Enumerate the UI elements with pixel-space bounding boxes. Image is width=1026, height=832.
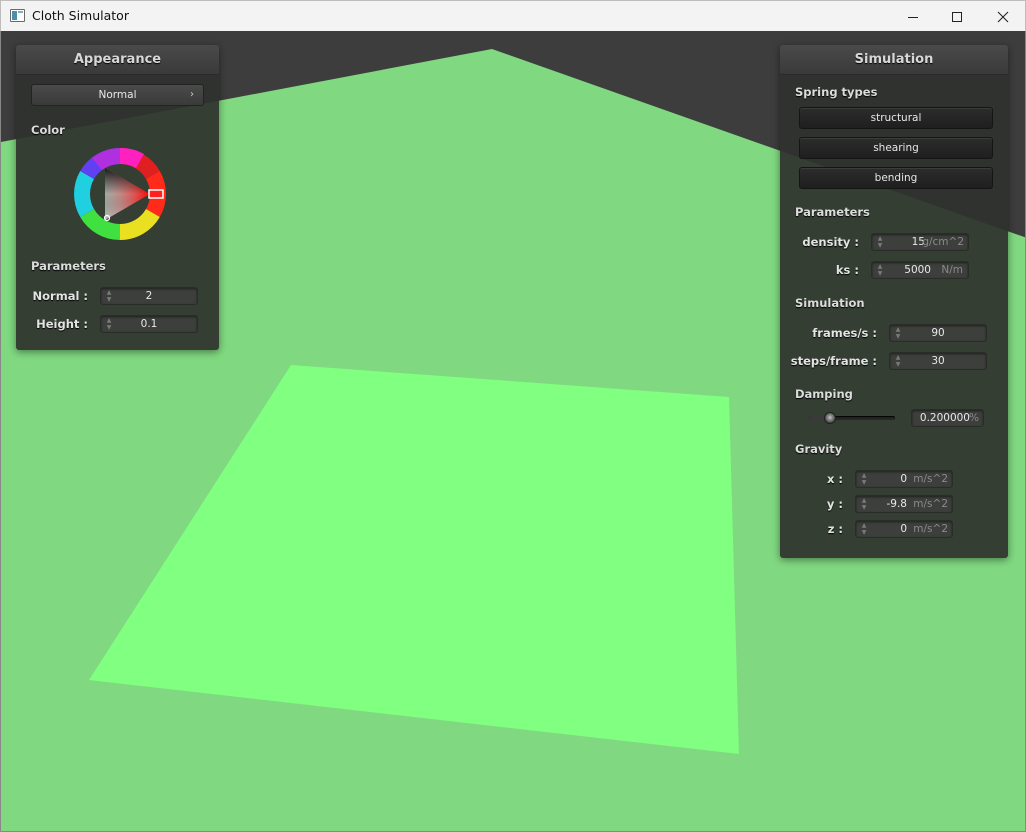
damping-input[interactable]: 0.200000 %: [911, 409, 984, 427]
minimize-icon: [908, 16, 918, 18]
spring-types-label: Spring types: [795, 85, 878, 99]
maximize-button[interactable]: [934, 1, 980, 32]
app-icon: [10, 9, 25, 22]
damping-value: 0.200000: [919, 412, 970, 424]
simulation-panel-title[interactable]: Simulation: [780, 45, 1008, 75]
close-button[interactable]: [980, 1, 1026, 32]
gravity-z-value: 0: [900, 523, 907, 535]
simulation-panel: Simulation Spring types structural shear…: [780, 45, 1008, 558]
frames-input[interactable]: ▲ ▼ 90: [889, 324, 987, 342]
frames-label: frames/s :: [812, 326, 877, 340]
color-section-label: Color: [31, 123, 65, 137]
gravity-label: Gravity: [795, 442, 843, 456]
gravity-z-input[interactable]: ▲ ▼ 0 m/s^2: [855, 520, 953, 538]
damping-slider[interactable]: [809, 409, 895, 427]
ks-unit: N/m: [941, 264, 963, 276]
simulation-parameters-label: Parameters: [795, 205, 870, 219]
height-label: Height :: [36, 317, 88, 331]
normal-input[interactable]: ▲ ▼ 2: [100, 287, 198, 305]
damping-unit: %: [969, 412, 979, 424]
gravity-y-unit: m/s^2: [913, 498, 948, 510]
gravity-x-label: x :: [826, 472, 843, 486]
spinner-icon[interactable]: ▲ ▼: [876, 263, 884, 277]
ks-input[interactable]: ▲ ▼ 5000 N/m: [871, 261, 969, 279]
damping-slider-handle[interactable]: [823, 412, 836, 424]
steps-value: 30: [931, 355, 945, 367]
gravity-z-label: z :: [827, 522, 843, 536]
gravity-x-value: 0: [900, 473, 907, 485]
shearing-button[interactable]: shearing: [799, 137, 993, 159]
spinner-icon[interactable]: ▲ ▼: [860, 522, 868, 536]
close-icon: [997, 11, 1009, 22]
density-input[interactable]: ▲ ▼ 15 g/cm^2: [871, 233, 969, 251]
bending-button[interactable]: bending: [799, 167, 993, 189]
appearance-mode-value: Normal: [98, 89, 137, 101]
simulation-section-label: Simulation: [795, 296, 865, 310]
ks-value: 5000: [904, 264, 931, 276]
maximize-icon: [952, 11, 962, 22]
gravity-x-input[interactable]: ▲ ▼ 0 m/s^2: [855, 470, 953, 488]
gravity-z-unit: m/s^2: [913, 523, 948, 535]
ks-label: ks :: [835, 263, 859, 277]
chevron-right-icon: ›: [190, 89, 194, 100]
frames-value: 90: [931, 327, 945, 339]
minimize-button[interactable]: [890, 1, 936, 32]
color-wheel[interactable]: [72, 146, 172, 246]
height-value: 0.1: [140, 318, 158, 330]
gravity-y-input[interactable]: ▲ ▼ -9.8 m/s^2: [855, 495, 953, 513]
density-label: density :: [802, 235, 859, 249]
gravity-x-unit: m/s^2: [913, 473, 948, 485]
damping-label: Damping: [795, 387, 853, 401]
steps-label: steps/frame :: [790, 354, 877, 368]
appearance-mode-dropdown[interactable]: Normal ›: [31, 84, 204, 106]
window-title: Cloth Simulator: [32, 8, 129, 23]
saturation-triangle[interactable]: [105, 168, 150, 220]
height-input[interactable]: ▲ ▼ 0.1: [100, 315, 198, 333]
gravity-y-label: y :: [826, 497, 843, 511]
appearance-parameters-label: Parameters: [31, 259, 106, 273]
appearance-panel: Appearance Normal › Color Parameters Nor…: [16, 45, 219, 350]
normal-value: 2: [145, 290, 153, 302]
steps-input[interactable]: ▲ ▼ 30: [889, 352, 987, 370]
spinner-icon[interactable]: ▲ ▼: [860, 497, 868, 511]
structural-button[interactable]: structural: [799, 107, 993, 129]
spinner-icon[interactable]: ▲ ▼: [860, 472, 868, 486]
title-bar[interactable]: Cloth Simulator: [0, 0, 1026, 31]
normal-label: Normal :: [32, 289, 88, 303]
density-unit: g/cm^2: [922, 236, 964, 248]
gravity-y-value: -9.8: [886, 498, 908, 510]
appearance-panel-title[interactable]: Appearance: [16, 45, 219, 75]
spinner-icon[interactable]: ▲ ▼: [876, 235, 884, 249]
